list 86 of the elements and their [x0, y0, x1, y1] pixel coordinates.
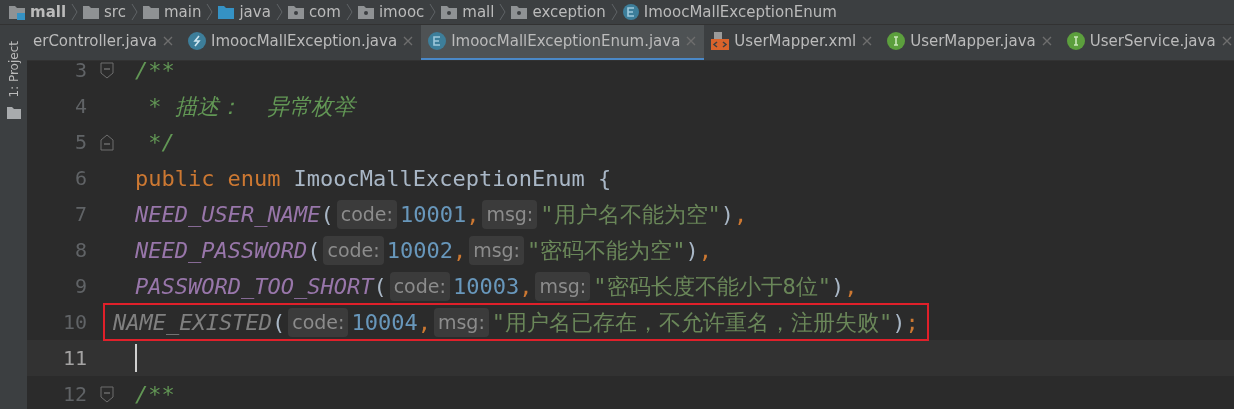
chevron-icon [428, 2, 437, 21]
line-number: 3 [73, 61, 87, 85]
file-tab[interactable]: UserService.java [1059, 24, 1234, 61]
string-literal: "密码不能为空" [527, 236, 686, 265]
breadcrumb-item[interactable]: main [163, 0, 202, 24]
breadcrumb-item[interactable]: java [239, 0, 271, 24]
code-text: ( [307, 236, 321, 265]
line-number: 11 [61, 345, 87, 373]
code-text: ( [320, 200, 334, 229]
code-text: ) [831, 272, 845, 301]
file-tab[interactable]: erController.java [27, 24, 181, 61]
code-keyword: public [135, 164, 215, 193]
string-literal: "用户名已存在，不允许重名，注册失败" [491, 308, 893, 337]
parameter-hint: code: [389, 272, 450, 301]
line-number: 4 [73, 93, 87, 121]
breadcrumb-item[interactable]: mall [30, 0, 67, 24]
code-text: ) [720, 200, 735, 229]
interface-icon [1065, 31, 1086, 52]
number-literal: 10003 [452, 272, 520, 301]
code-text: ) [685, 236, 699, 265]
code-punctuation: , [844, 272, 858, 301]
code-comment: /** [135, 380, 175, 409]
enum-constant: NEED_USER_NAME [135, 200, 321, 229]
interface-icon [886, 31, 907, 52]
code-punctuation: , [519, 272, 533, 301]
file-tab[interactable]: ImoocMallException.java [181, 24, 422, 61]
code-comment: */ [147, 128, 175, 157]
line-number: 10 [61, 309, 87, 337]
line-number: 9 [73, 273, 87, 301]
breadcrumb-item[interactable]: ImoocMallExceptionEnum [643, 0, 837, 24]
breadcrumb-item[interactable]: src [104, 0, 126, 24]
parameter-hint: code: [336, 200, 397, 229]
breadcrumb-item[interactable]: imooc [378, 0, 425, 24]
exception-class-icon [187, 31, 207, 52]
chevron-icon [609, 2, 618, 21]
code-text: ImoocMallExceptionEnum { [293, 164, 612, 193]
parameter-hint: msg: [482, 200, 538, 229]
number-literal: 10004 [351, 308, 418, 337]
code-comment: * 描述： 异常枚举 [147, 92, 356, 121]
line-number: 6 [73, 165, 87, 193]
line-number: 5 [73, 129, 87, 157]
code-punctuation: , [698, 236, 713, 265]
parameter-hint: msg: [433, 308, 489, 337]
folder-icon [5, 105, 22, 122]
number-literal: 10002 [386, 236, 453, 265]
code-punctuation: , [734, 200, 748, 229]
code-punctuation: , [466, 200, 480, 229]
chevron-icon [205, 2, 214, 21]
file-tab[interactable]: UserMapper.xml [704, 24, 881, 61]
chevron-icon [344, 2, 353, 21]
fold-marker-icon [100, 133, 114, 151]
line-number: 12 [61, 381, 87, 409]
number-literal: 10001 [399, 200, 467, 229]
file-tab[interactable]: ImoocMallExceptionEnum.java [421, 24, 705, 61]
breadcrumb-item[interactable]: com [308, 0, 341, 24]
parameter-hint: code: [288, 308, 349, 337]
chevron-icon [70, 2, 79, 21]
enum-class-icon [427, 31, 448, 52]
code-comment: /** [135, 61, 175, 85]
tool-window-tab[interactable]: 1: Project [4, 40, 23, 98]
code-punctuation: ; [905, 308, 919, 337]
code-text: ) [892, 308, 906, 337]
chevron-icon [274, 2, 283, 21]
parameter-hint: msg: [535, 272, 591, 301]
fold-marker-icon [100, 385, 114, 403]
chevron-icon [498, 2, 507, 21]
code-punctuation: , [452, 236, 467, 265]
breadcrumb-item[interactable]: mall [462, 0, 495, 24]
enum-constant: PASSWORD_TOO_SHORT [135, 272, 374, 301]
chevron-icon [129, 2, 138, 21]
code-keyword: enum [227, 164, 281, 193]
code-punctuation: , [417, 308, 431, 337]
parameter-hint: code: [323, 236, 384, 265]
string-literal: "密码长度不能小于8位" [593, 272, 831, 301]
xml-file-icon [710, 31, 731, 52]
line-number: 7 [73, 201, 87, 229]
file-tab[interactable]: UserMapper.java [880, 24, 1060, 61]
parameter-hint: msg: [469, 236, 525, 265]
string-literal: "用户名不能为空" [540, 200, 721, 229]
code-text: ( [271, 308, 286, 337]
line-number: 8 [73, 237, 87, 265]
enum-constant: NAME_EXISTED [113, 308, 272, 337]
breadcrumb-item[interactable]: exception [532, 0, 606, 24]
text-cursor [135, 344, 137, 373]
enum-class-icon [621, 2, 640, 21]
enum-constant: NEED_PASSWORD [135, 236, 308, 265]
